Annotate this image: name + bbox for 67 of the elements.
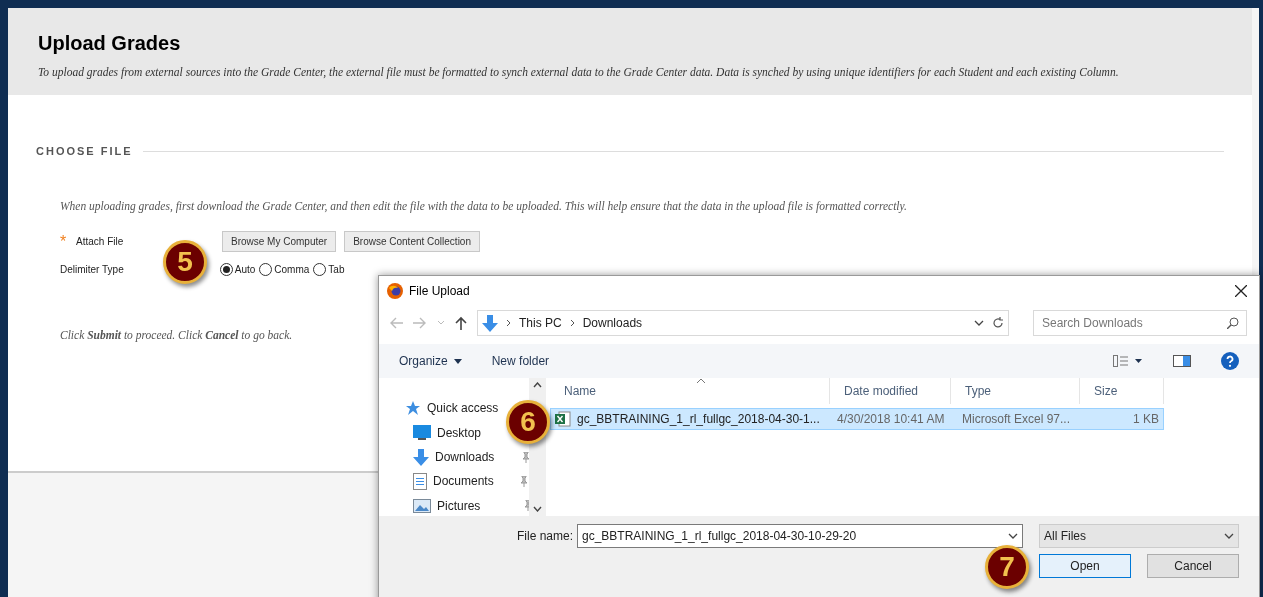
browse-button[interactable]: Browse Content Collection [344,231,480,253]
file-name-label: File name: [516,528,573,545]
chevron-down-icon[interactable] [1008,533,1018,539]
pin-icon[interactable] [519,475,529,487]
document-icon [413,472,427,490]
navigation-item[interactable]: Downloads [413,448,515,466]
address-bar[interactable]: This PC Downloads [477,310,1009,336]
file-type-dropdown[interactable]: All Files [1039,524,1239,548]
radio-label: Comma [274,262,310,277]
sort-indicator-icon [696,378,706,384]
chevron-down-icon[interactable] [1224,533,1234,539]
chevron-down-icon[interactable] [974,320,984,326]
breadcrumb-separator-icon [506,319,511,327]
breadcrumb-item: Downloads [582,315,643,332]
instruction-text: When uploading grades, first download the Grade Center, and then edit the file with the data to be uploaded. This will help ensure that the data in the upload file is formatted correctly. [60,198,908,215]
column-header[interactable]: Size [1080,378,1164,404]
pictures-folder-icon [413,498,431,513]
new-folder-button[interactable]: New folder [491,352,550,370]
breadcrumb-item: This PC [519,315,562,332]
navigation-item[interactable]: Quick access [405,399,499,418]
submit-instruction: Click Submit to proceed. Click Cancel to go back. [60,327,293,344]
page-title: Upload Grades [38,31,182,56]
radio-label: Auto [234,262,256,277]
scroll-up-icon[interactable] [533,382,542,388]
dropdown-triangle-icon [453,358,462,364]
star-icon [405,400,421,417]
browse-button[interactable]: Browse My Computer [222,231,337,253]
scroll-down-icon[interactable] [533,506,542,512]
file-size: 1 KB [1133,411,1159,428]
radio-button[interactable] [219,262,233,276]
navigation-item[interactable]: Desktop [413,423,482,442]
navigation-item[interactable]: Documents [413,472,513,491]
field-label: Attach File [76,235,125,250]
browser-logo-icon [387,283,403,299]
dialog-button[interactable]: Open [1039,554,1131,578]
page-description: To upload grades from external sources into the Grade Center, the external file must be formatted to synch external data to the Grade Center data. Data is synched by using unique identifiers for each Student and each existing Column. [38,65,1120,81]
dialog-title: File Upload [409,283,471,300]
file-date: 4/30/2018 10:41 AM [836,411,946,428]
preview-pane-icon[interactable] [1173,355,1191,367]
file-name: gc_BBTRAINING_1_rl_fullgc_2018-04-30-1... [577,411,820,428]
search-icon [1227,317,1239,329]
section-heading: CHOOSE FILE [36,144,133,159]
pin-icon[interactable] [521,451,531,463]
download-arrow-icon [413,448,429,466]
file-type: Microsoft Excel 97... [961,411,1072,428]
up-arrow-icon[interactable] [455,316,467,330]
required-asterisk: * [60,231,68,252]
radio-button[interactable] [313,262,327,276]
field-label: Delimiter Type [60,262,124,277]
dialog-button[interactable]: Cancel [1147,554,1239,578]
column-header[interactable]: Type [951,378,1080,404]
download-arrow-icon [482,314,498,332]
column-header[interactable]: Date modified [830,378,951,404]
navigation-item[interactable]: Pictures [413,496,517,515]
help-icon[interactable] [1221,352,1239,370]
spreadsheet-file-icon [555,411,571,427]
file-row[interactable]: gc_BBTRAINING_1_rl_fullgc_2018-04-30-1... 4/30/2018 10:41 AM Microsoft Excel 97... 1 KB [550,408,1164,430]
refresh-icon[interactable] [992,317,1004,329]
file-name-field[interactable]: gc_BBTRAINING_1_rl_fullgc_2018-04-30-10-29-20 [577,524,1023,548]
organize-menu-button[interactable]: Organize [399,352,462,370]
desktop-icon [413,425,431,441]
column-header[interactable]: Name [550,378,830,404]
view-options-icon[interactable] [1113,355,1143,367]
breadcrumb-separator-icon [569,319,575,327]
radio-label: Tab [328,262,345,277]
radio-button[interactable] [259,262,273,276]
search-field[interactable]: Search Downloads [1033,310,1247,336]
